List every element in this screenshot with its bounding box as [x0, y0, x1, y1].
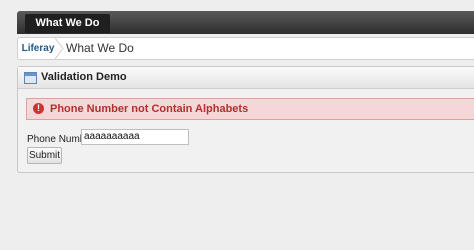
phone-number-input[interactable]: aaaaaaaaaa [81, 129, 189, 145]
submit-button[interactable]: Submit [27, 147, 62, 164]
alert-message: Phone Number not Contain Alphabets [50, 103, 249, 115]
portlet-header: Validation Demo [18, 67, 474, 89]
breadcrumb-current: What We Do [66, 41, 134, 55]
validation-portlet: Validation Demo ! Phone Number not Conta… [17, 66, 474, 173]
top-navigation-bar: What We Do [17, 11, 474, 34]
portlet-title: Validation Demo [41, 71, 127, 83]
breadcrumb-home-link[interactable]: Liferay [18, 38, 58, 59]
chevron-right-icon [54, 38, 64, 59]
error-alert: ! Phone Number not Contain Alphabets [26, 98, 474, 120]
nav-item-what-we-do[interactable]: What We Do [25, 14, 110, 33]
window-icon [24, 72, 37, 84]
error-icon: ! [33, 103, 44, 114]
breadcrumb: Liferay What We Do [17, 37, 474, 60]
